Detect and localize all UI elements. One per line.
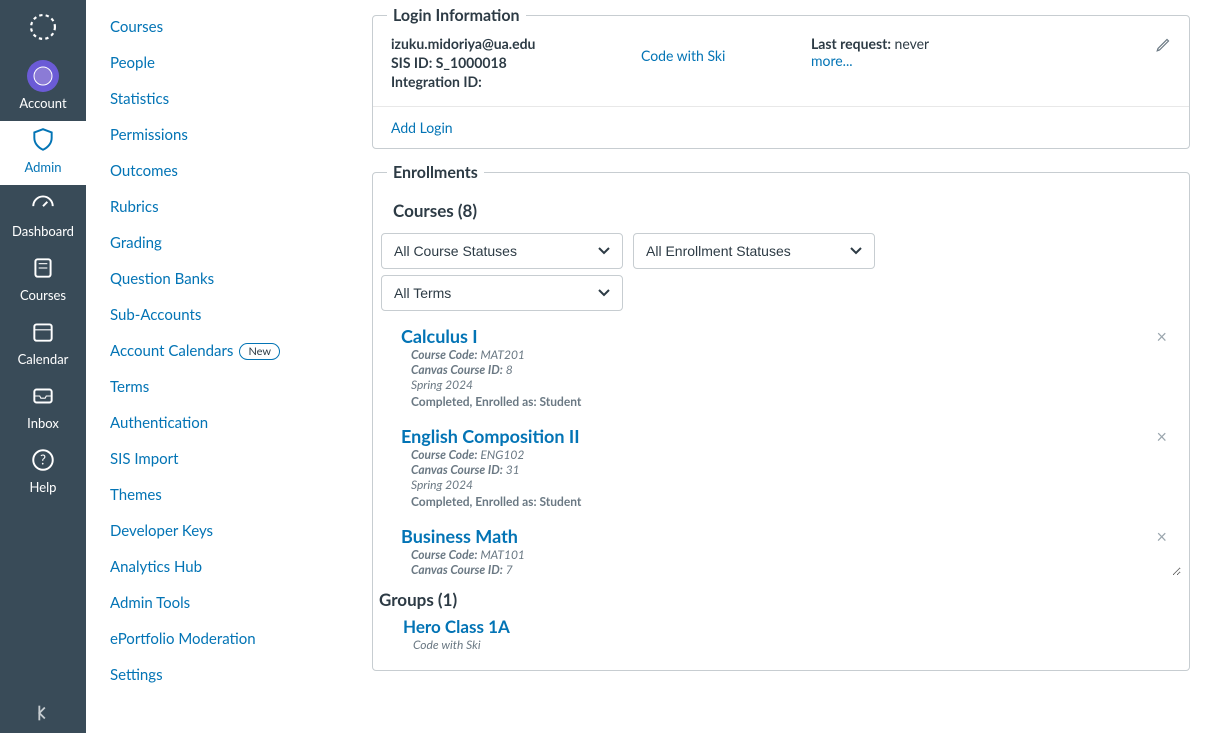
new-pill: New: [239, 343, 280, 360]
enrollment-status-filter[interactable]: All Enrollment Statuses: [633, 233, 875, 269]
canvas-logo-icon: [30, 14, 56, 40]
admin-nav-themes[interactable]: Themes: [110, 486, 314, 504]
admin-subnav: Courses People Statistics Permissions Outcom…: [86, 0, 326, 733]
last-request-label: Last request:: [811, 35, 891, 52]
admin-nav-sub-accounts[interactable]: Sub-Accounts: [110, 306, 314, 324]
login-info-legend: Login Information: [387, 6, 526, 25]
nav-courses[interactable]: Courses: [0, 249, 86, 313]
nav-calendar-label: Calendar: [18, 351, 69, 367]
inbox-icon: [0, 383, 86, 412]
nav-help-label: Help: [30, 479, 57, 495]
course-item: English Composition IICourse Code: ENG10…: [401, 419, 1173, 519]
admin-nav-terms[interactable]: Terms: [110, 378, 314, 396]
admin-nav-analytics-hub[interactable]: Analytics Hub: [110, 558, 314, 576]
login-info-section: Login Information izuku.midoriya@ua.edu …: [372, 6, 1190, 149]
calendar-icon: [0, 319, 86, 348]
integration-id-label: Integration ID:: [391, 73, 482, 90]
group-item: Hero Class 1ACode with Ski: [403, 616, 1189, 652]
login-email: izuku.midoriya@ua.edu: [391, 35, 641, 54]
admin-nav-grading[interactable]: Grading: [110, 234, 314, 252]
course-status-filter[interactable]: All Course Statuses: [381, 233, 623, 269]
dashboard-icon: [0, 191, 86, 220]
add-login-link[interactable]: Add Login: [391, 119, 453, 136]
term-filter[interactable]: All Terms: [381, 275, 623, 311]
admin-nav-outcomes[interactable]: Outcomes: [110, 162, 314, 180]
sis-id-label: SIS ID:: [391, 54, 432, 71]
remove-enrollment-button[interactable]: ×: [1157, 427, 1167, 445]
admin-nav-eportfolio-moderation[interactable]: ePortfolio Moderation: [110, 630, 314, 648]
nav-dashboard-label: Dashboard: [12, 223, 74, 239]
course-link[interactable]: Business Math: [401, 525, 518, 547]
help-icon: ?: [0, 447, 86, 476]
groups-header: Groups (1): [379, 589, 1189, 610]
last-request-more-link[interactable]: more...: [811, 52, 853, 69]
admin-nav-permissions[interactable]: Permissions: [110, 126, 314, 144]
global-nav: Account Admin Dashboard Courses Calendar: [0, 0, 86, 733]
nav-courses-label: Courses: [20, 287, 66, 303]
course-item: Calculus ICourse Code: MAT201Canvas Cour…: [401, 319, 1173, 419]
nav-account[interactable]: Account: [0, 54, 86, 121]
nav-calendar[interactable]: Calendar: [0, 313, 86, 377]
login-row: izuku.midoriya@ua.edu SIS ID: S_1000018 …: [373, 25, 1189, 107]
login-provider-link[interactable]: Code with Ski: [641, 47, 725, 64]
book-icon: [0, 255, 86, 284]
courses-header: Courses (8): [393, 200, 1189, 221]
svg-text:?: ?: [40, 451, 46, 467]
main-content: Login Information izuku.midoriya@ua.edu …: [326, 6, 1214, 671]
admin-nav-authentication[interactable]: Authentication: [110, 414, 314, 432]
canvas-logo[interactable]: [0, 0, 86, 54]
remove-enrollment-button[interactable]: ×: [1157, 327, 1167, 345]
course-status: Completed, Enrolled as: Student: [411, 494, 1143, 509]
edit-login-button[interactable]: [1155, 35, 1173, 56]
nav-inbox-label: Inbox: [27, 415, 59, 431]
enrollments-section: Enrollments Courses (8) All Course Statu…: [372, 163, 1190, 671]
nav-help[interactable]: ? Help: [0, 441, 86, 505]
nav-dashboard[interactable]: Dashboard: [0, 185, 86, 249]
course-list[interactable]: Calculus ICourse Code: MAT201Canvas Cour…: [381, 319, 1181, 577]
remove-enrollment-button[interactable]: ×: [1157, 527, 1167, 545]
nav-collapse-arrow[interactable]: [0, 702, 86, 727]
admin-nav-sis-import[interactable]: SIS Import: [110, 450, 314, 468]
course-link[interactable]: Calculus I: [401, 325, 478, 347]
admin-nav-question-banks[interactable]: Question Banks: [110, 270, 314, 288]
arrow-left-icon: [32, 702, 54, 724]
admin-nav-courses[interactable]: Courses: [110, 18, 314, 36]
enrollments-legend: Enrollments: [387, 163, 484, 182]
pencil-icon: [1155, 35, 1173, 53]
group-account: Code with Ski: [413, 637, 1189, 652]
admin-nav-rubrics[interactable]: Rubrics: [110, 198, 314, 216]
nav-admin[interactable]: Admin: [0, 121, 86, 185]
course-status: Completed, Enrolled as: Student: [411, 394, 1143, 409]
group-list: Hero Class 1ACode with Ski: [373, 616, 1189, 652]
nav-account-label: Account: [19, 95, 66, 111]
sis-id-value: S_1000018: [436, 54, 507, 71]
admin-nav-people[interactable]: People: [110, 54, 314, 72]
nav-admin-label: Admin: [24, 159, 61, 175]
last-request-value: never: [895, 35, 930, 52]
admin-nav-admin-tools[interactable]: Admin Tools: [110, 594, 314, 612]
admin-nav-account-calendars[interactable]: Account Calendars: [110, 342, 233, 360]
admin-nav-developer-keys[interactable]: Developer Keys: [110, 522, 314, 540]
admin-nav-settings[interactable]: Settings: [110, 666, 314, 684]
avatar-icon: [27, 60, 59, 92]
shield-icon: [0, 127, 86, 156]
course-link[interactable]: English Composition II: [401, 425, 580, 447]
nav-inbox[interactable]: Inbox: [0, 377, 86, 441]
course-item: Business MathCourse Code: MAT101Canvas C…: [401, 519, 1173, 577]
admin-nav-statistics[interactable]: Statistics: [110, 90, 314, 108]
group-link[interactable]: Hero Class 1A: [403, 616, 510, 637]
